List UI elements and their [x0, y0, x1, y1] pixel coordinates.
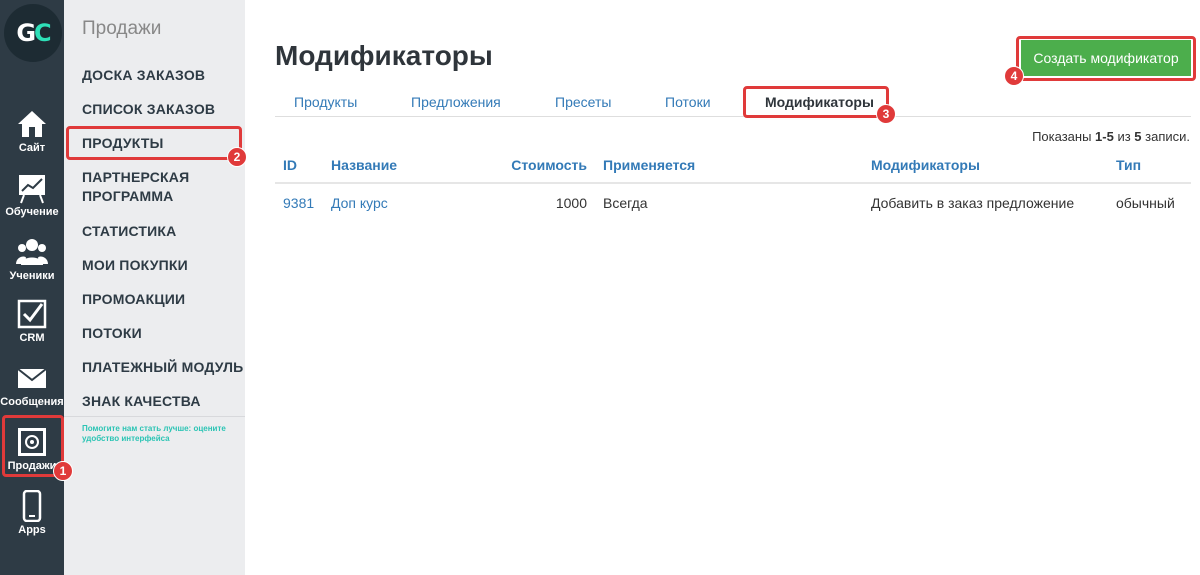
- annotation-badge-2: 2: [227, 147, 247, 167]
- annotation-badge-3: 3: [876, 104, 896, 124]
- menu-item-payment-module[interactable]: ПЛАТЕЖНЫЙ МОДУЛЬ: [82, 358, 247, 377]
- summary-range: 1-5: [1095, 129, 1114, 144]
- cell-applies: Всегда: [603, 194, 648, 211]
- menu-item-statistics[interactable]: СТАТИСТИКА: [82, 222, 247, 241]
- menu-item-my-purchases[interactable]: МОИ ПОКУПКИ: [82, 256, 247, 275]
- menu-item-streams[interactable]: ПОТОКИ: [82, 324, 247, 343]
- menu-title: Продажи: [82, 18, 162, 39]
- annotation-badge-1: 1: [53, 461, 73, 481]
- rail-item-label: Ученики: [9, 270, 55, 282]
- column-header-price[interactable]: Стоимость: [453, 148, 595, 184]
- column-header-applies[interactable]: Применяется: [595, 148, 863, 184]
- feedback-link[interactable]: Помогите нам стать лучше: оцените удобст…: [82, 424, 242, 444]
- summary-total: 5: [1134, 129, 1142, 144]
- rail-item-students[interactable]: Ученики: [0, 228, 64, 290]
- modifiers-table: ID Название Стоимость Применяется Модифи…: [275, 148, 1191, 221]
- checkbox-icon: [17, 299, 47, 329]
- cell-id[interactable]: 9381: [275, 183, 323, 221]
- table-header-row: ID Название Стоимость Применяется Модифи…: [275, 148, 1191, 184]
- rail-item-label: Обучение: [5, 206, 59, 218]
- summary-mid: из: [1113, 129, 1135, 144]
- page-title: Модификаторы: [275, 40, 493, 71]
- summary-suffix: записи.: [1141, 129, 1190, 144]
- rail-item-site[interactable]: Сайт: [0, 100, 64, 162]
- tab-presets[interactable]: Пресеты: [555, 94, 611, 110]
- cell-price: 1000: [555, 194, 587, 211]
- highlight-box-modifiers-tab: [743, 86, 889, 118]
- tab-streams[interactable]: Потоки: [665, 94, 711, 110]
- logo-area: GC: [0, 0, 64, 64]
- rail-item-label: Сообщения: [0, 396, 64, 408]
- menu-item-quality-mark[interactable]: ЗНАК КАЧЕСТВА: [82, 392, 247, 411]
- column-header-modifiers[interactable]: Модификаторы: [863, 148, 1108, 184]
- records-summary: Показаны 1-5 из 5 записи.: [1032, 129, 1190, 144]
- highlight-box-products: [66, 126, 242, 160]
- tab-products[interactable]: Продукты: [294, 94, 357, 110]
- cell-name[interactable]: Доп курс: [323, 183, 453, 221]
- rail-item-label: Apps: [18, 524, 46, 536]
- rail-item-apps[interactable]: Apps: [0, 482, 64, 544]
- summary-prefix: Показаны: [1032, 129, 1096, 144]
- tabs-divider: [275, 116, 1191, 117]
- menu-item-orders-list[interactable]: СПИСОК ЗАКАЗОВ: [82, 100, 247, 119]
- getcourse-logo[interactable]: GC: [4, 4, 62, 62]
- home-icon: [18, 111, 46, 137]
- column-header-id[interactable]: ID: [275, 148, 323, 184]
- menu-divider: [64, 416, 245, 417]
- cell-modifiers: Добавить в заказ предложение: [871, 194, 1075, 211]
- rail-item-crm[interactable]: CRM: [0, 290, 64, 352]
- logo-letter-c: C: [34, 19, 52, 47]
- smartphone-icon: [22, 490, 42, 522]
- logo-letter-g: G: [16, 19, 36, 47]
- users-icon: [16, 239, 48, 265]
- column-header-type[interactable]: Тип: [1108, 148, 1191, 184]
- chart-easel-icon: [19, 175, 45, 204]
- annotation-badge-4: 4: [1004, 66, 1024, 86]
- rail-item-learning[interactable]: Обучение: [0, 164, 64, 226]
- cell-type: обычный: [1116, 194, 1175, 211]
- rail-item-label: CRM: [19, 332, 45, 344]
- highlight-box-create-button: [1016, 36, 1196, 81]
- menu-item-promotions[interactable]: ПРОМОАКЦИИ: [82, 290, 247, 309]
- menu-item-partner-program[interactable]: ПАРТНЕРСКАЯ ПРОГРАММА: [82, 168, 212, 206]
- rail-item-messages[interactable]: Сообщения: [0, 354, 64, 416]
- table-row[interactable]: 9381 Доп курс 1000 Всегда Добавить в зак…: [275, 183, 1191, 221]
- tab-offers[interactable]: Предложения: [411, 94, 501, 110]
- rail-item-label: Сайт: [18, 142, 46, 154]
- app-rail: GC Сайт Обучение Ученики CRM Сообщения П…: [0, 0, 64, 575]
- envelope-icon: [17, 368, 47, 388]
- menu-item-orders-board[interactable]: ДОСКА ЗАКАЗОВ: [82, 66, 247, 85]
- column-header-name[interactable]: Название: [323, 148, 453, 184]
- section-menu: Продажи ДОСКА ЗАКАЗОВ СПИСОК ЗАКАЗОВ ПРО…: [64, 0, 245, 575]
